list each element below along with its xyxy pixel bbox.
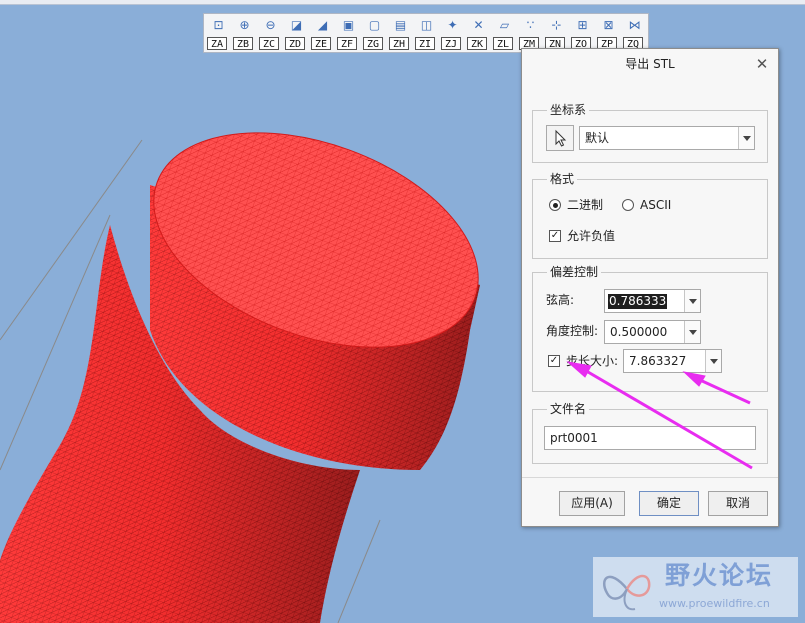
butterfly-logo-icon <box>602 574 651 611</box>
graphics-window[interactable]: ⊡ ZA ⊕ ZB ⊖ ZC ◪ ZD ◢ ZE ▣ ZF ▢ ZG ▤ ZH ◫ ZI ✦ ZJ … <box>0 0 805 623</box>
annotation-arrows <box>566 361 753 470</box>
watermark-url: www.proewildfire.cn <box>659 597 770 610</box>
forum-watermark: 野火论坛 www.proewildfire.cn <box>593 557 798 617</box>
watermark-title: 野火论坛 <box>665 561 774 590</box>
